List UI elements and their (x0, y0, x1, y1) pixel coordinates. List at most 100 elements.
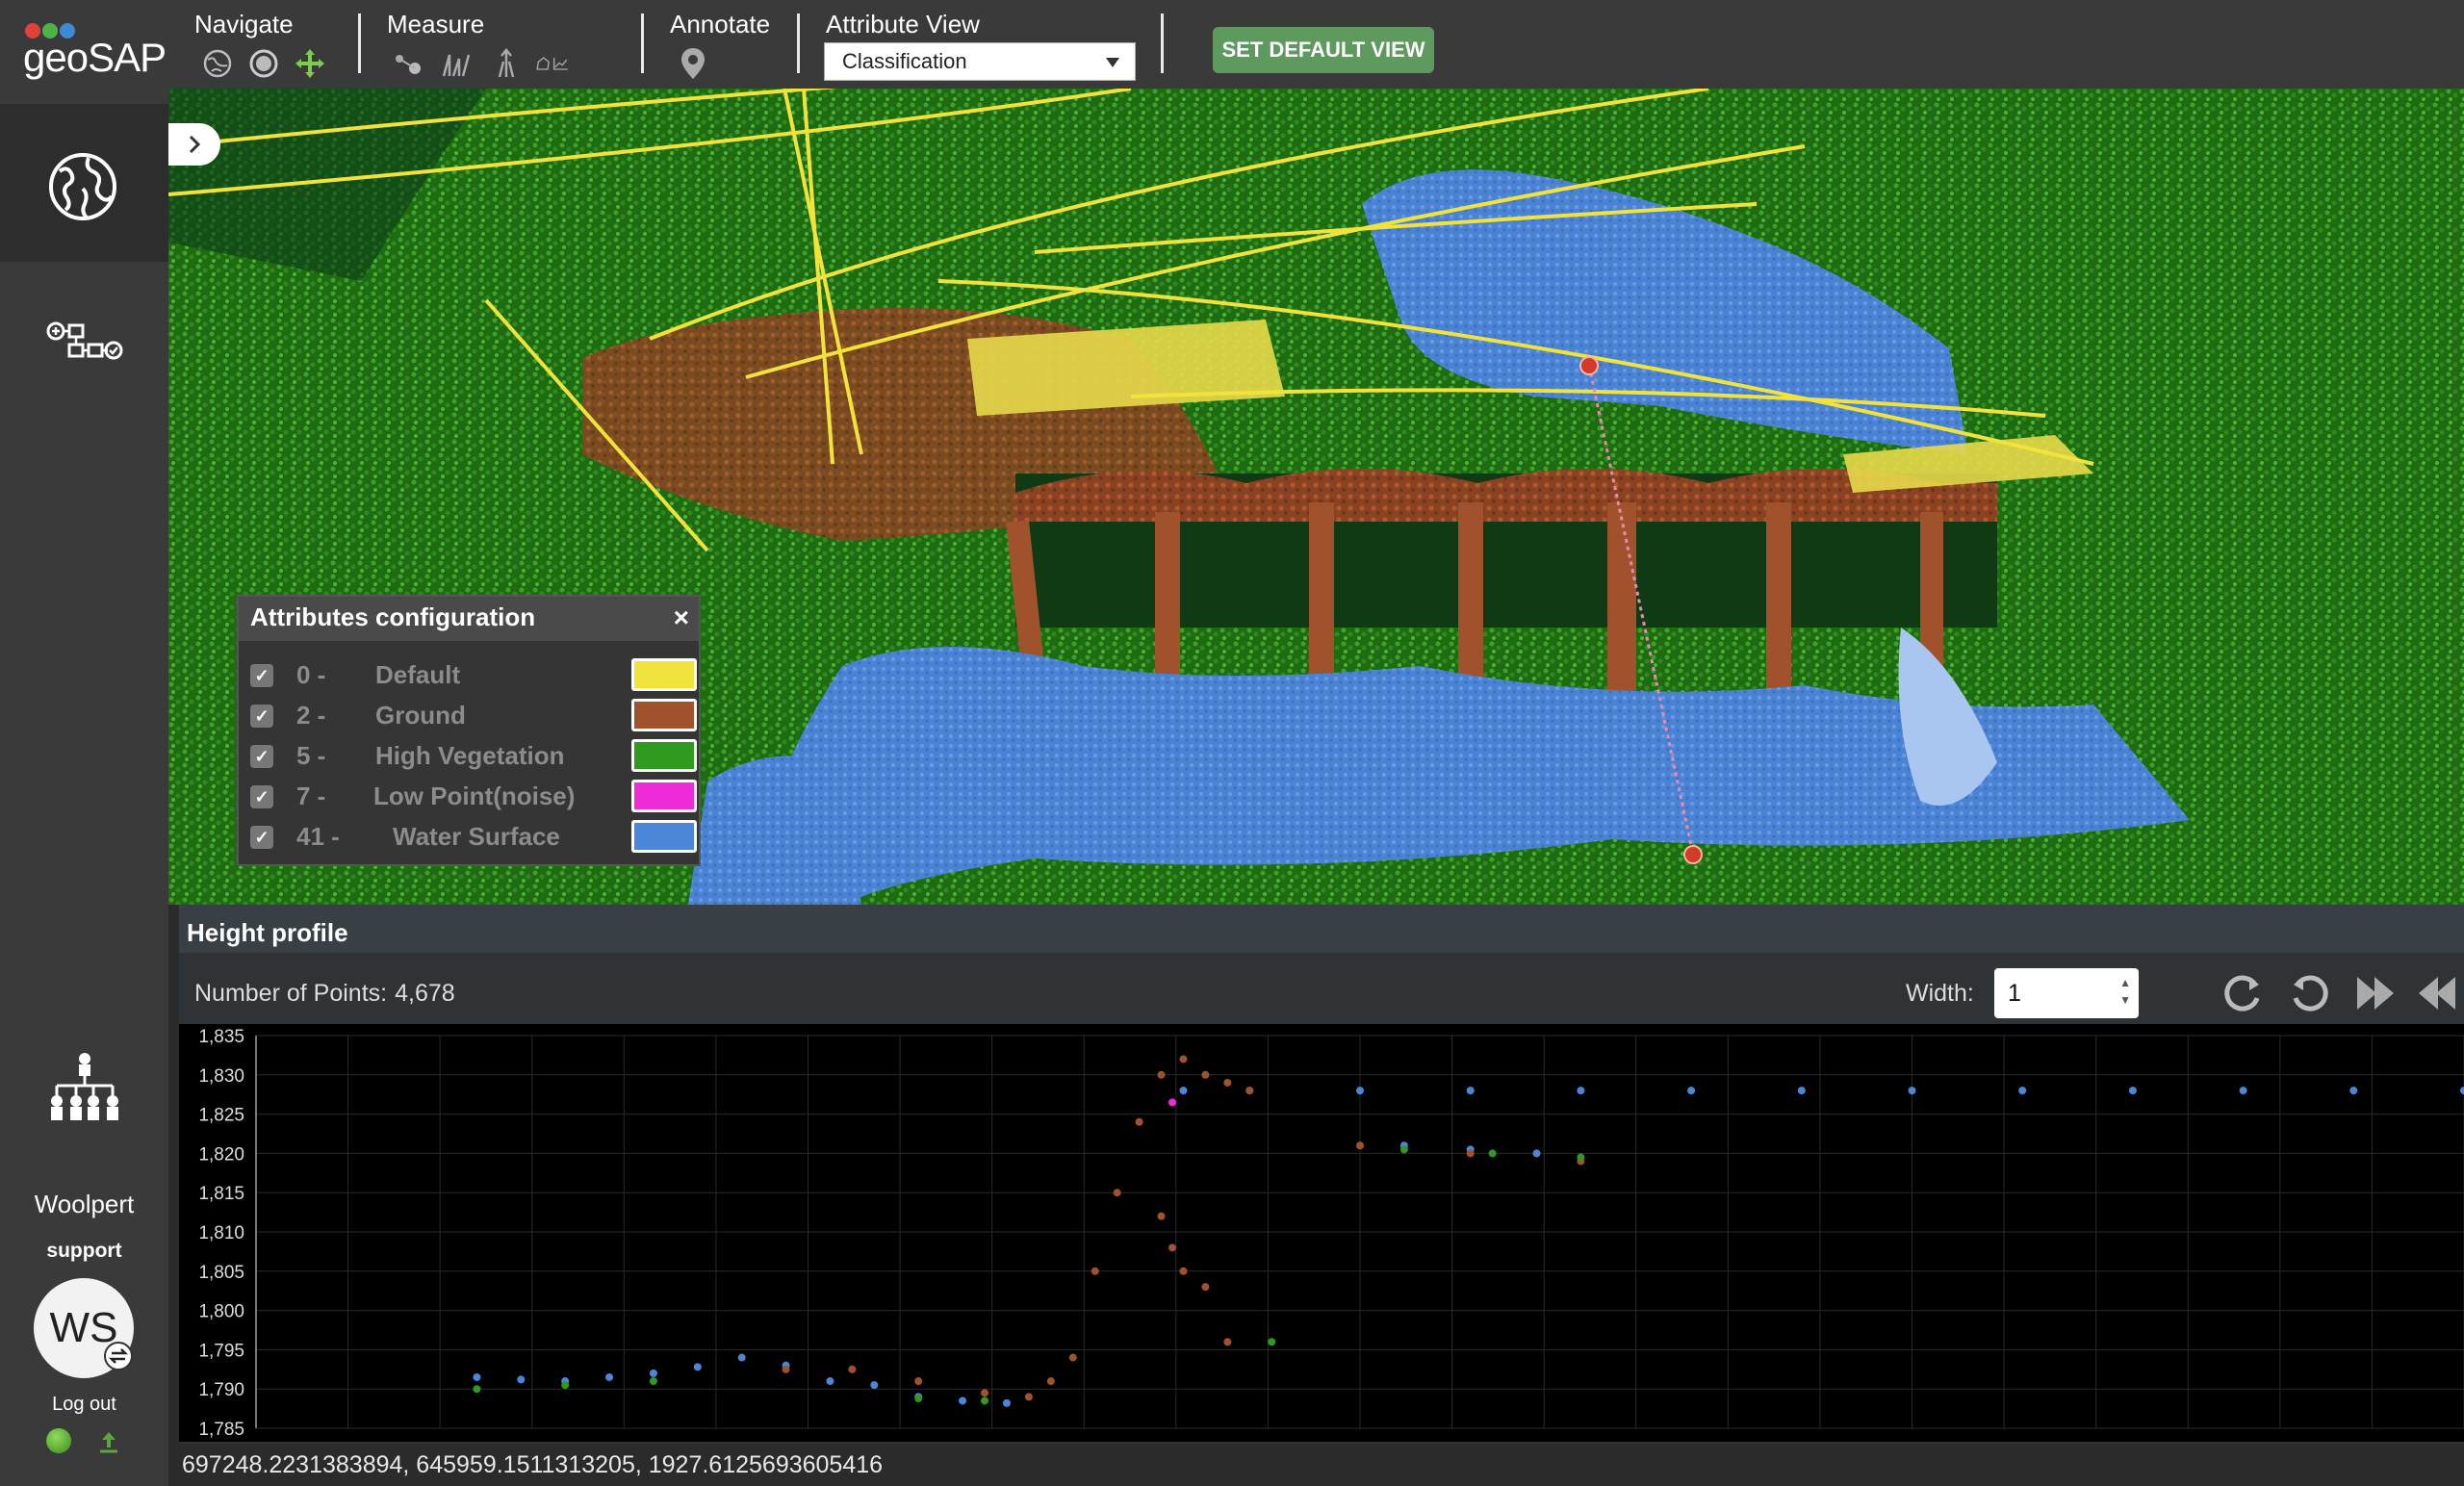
play-forward-icon[interactable] (2350, 968, 2400, 1018)
y-tick-label: 1,835 (198, 1027, 244, 1047)
data-point (1135, 1117, 1143, 1126)
attribute-color-swatch[interactable] (631, 780, 697, 812)
height-icon[interactable] (489, 46, 524, 81)
y-tick-label: 1,830 (198, 1066, 244, 1087)
set-default-view-button[interactable]: SET DEFAULT VIEW (1213, 27, 1434, 73)
distance-icon[interactable] (439, 46, 474, 81)
expand-panel-button[interactable] (168, 123, 220, 166)
data-point (2128, 1087, 2137, 1095)
point-measure-icon[interactable] (391, 46, 425, 81)
data-point (782, 1365, 790, 1373)
data-point (1399, 1145, 1408, 1154)
connection-status-icon (46, 1428, 71, 1453)
y-tick-label: 1,820 (198, 1144, 244, 1165)
y-tick-label: 1,825 (198, 1106, 244, 1126)
dropdown-caret-icon (1106, 58, 1119, 67)
data-point (1245, 1087, 1254, 1095)
attributes-panel-header: Attributes configuration × (239, 597, 699, 641)
left-sidebar: Woolpert support WS Log out (0, 104, 168, 1486)
toolbar-divider (358, 13, 361, 73)
data-point (1268, 1338, 1276, 1346)
hierarchy-icon[interactable] (44, 1049, 125, 1130)
attribute-code: 2 - (296, 701, 326, 730)
data-point (1488, 1149, 1497, 1158)
attribute-checkbox[interactable]: ✓ (250, 785, 273, 808)
area-profile-icon[interactable] (535, 46, 570, 81)
data-point (473, 1372, 481, 1381)
data-point (1113, 1189, 1121, 1197)
attribute-checkbox[interactable]: ✓ (250, 745, 273, 768)
attribute-name: Water Surface (393, 822, 560, 851)
attribute-name: Ground (375, 701, 466, 730)
height-profile-chart[interactable]: 1,835 1,830 1,825 1,820 1,815 1,810 1,805 1,800… (179, 1024, 2464, 1442)
pan-arrows-icon[interactable] (293, 46, 327, 81)
data-point (1168, 1243, 1177, 1252)
data-point (870, 1381, 879, 1390)
attribute-checkbox[interactable]: ✓ (250, 705, 273, 728)
data-point (981, 1396, 989, 1405)
attribute-code: 7 - (296, 781, 326, 810)
attribute-name: High Vegetation (375, 741, 565, 770)
chevron-right-icon (189, 135, 201, 154)
data-point (561, 1381, 570, 1390)
switch-account-icon[interactable] (104, 1342, 133, 1371)
data-point (517, 1375, 526, 1384)
attribute-color-swatch[interactable] (631, 699, 697, 731)
attribute-view-label: Attribute View (826, 10, 980, 38)
logout-link[interactable]: Log out (0, 1394, 168, 1416)
attribute-color-swatch[interactable] (631, 658, 697, 691)
y-tick-label: 1,805 (198, 1263, 244, 1283)
play-backward-icon[interactable] (2412, 968, 2462, 1018)
organization-name: Woolpert (34, 1190, 135, 1218)
data-point (1201, 1070, 1210, 1079)
map-pin-icon[interactable] (676, 46, 710, 81)
reset-view-icon[interactable] (2285, 968, 2335, 1018)
data-point (1068, 1353, 1077, 1362)
attribute-checkbox[interactable]: ✓ (250, 826, 273, 849)
attribute-code: 0 - (296, 660, 326, 689)
y-tick-label: 1,790 (198, 1380, 244, 1400)
data-point (1091, 1267, 1099, 1275)
data-point (1223, 1078, 1232, 1087)
target-circle-icon[interactable] (246, 46, 281, 81)
globe-orbit-icon[interactable] (200, 46, 235, 81)
y-tick-label: 1,795 (198, 1341, 244, 1361)
number-of-points: Number of Points: 4,678 (194, 980, 455, 1008)
profile-plot-svg: 1,835 1,830 1,825 1,820 1,815 1,810 1,805 1,800… (198, 1027, 2464, 1440)
upload-icon[interactable] (94, 1428, 123, 1457)
attribute-name: Default (375, 660, 461, 689)
height-profile-panel: Height profile Number of Points: 4,678 Wi… (179, 905, 2464, 1463)
data-point (605, 1372, 614, 1381)
width-value: 1 (2008, 980, 2021, 1007)
data-point (2018, 1087, 2027, 1095)
width-stepper[interactable]: ▲ ▼ (2119, 974, 2131, 1009)
data-point (1002, 1398, 1011, 1407)
data-point (959, 1396, 967, 1405)
cursor-coordinates: 697248.2231383894, 645959.1511313205, 19… (182, 1451, 884, 1478)
annotate-group-label: Annotate (670, 10, 771, 38)
attribute-color-swatch[interactable] (631, 820, 697, 853)
attributes-panel-title: Attributes configuration (250, 602, 536, 631)
close-icon[interactable]: × (674, 602, 689, 633)
data-point (693, 1363, 702, 1371)
data-point (1577, 1153, 1585, 1162)
data-point (1908, 1087, 1916, 1095)
number-of-points-label: Number of Points: (194, 980, 388, 1007)
sidebar-item-globe[interactable] (0, 104, 168, 262)
attribute-view-value: Classification (842, 49, 967, 73)
data-point (649, 1369, 657, 1377)
app-root: geoSAP Navigate Measure Annotate Attribu… (0, 0, 2464, 1486)
data-point (1687, 1087, 1696, 1095)
data-point (2239, 1087, 2247, 1095)
refresh-icon[interactable] (2218, 968, 2268, 1018)
data-point (473, 1385, 481, 1394)
attribute-color-swatch[interactable] (631, 739, 697, 772)
attribute-view-select[interactable]: Classification (824, 42, 1136, 81)
width-input[interactable]: 1 ▲ ▼ (1994, 968, 2139, 1018)
data-point (1024, 1393, 1033, 1401)
data-point (914, 1377, 923, 1386)
workflow-icon[interactable] (44, 314, 125, 372)
attribute-checkbox[interactable]: ✓ (250, 664, 273, 687)
y-tick-label: 1,815 (198, 1184, 244, 1204)
data-point (1356, 1087, 1364, 1095)
